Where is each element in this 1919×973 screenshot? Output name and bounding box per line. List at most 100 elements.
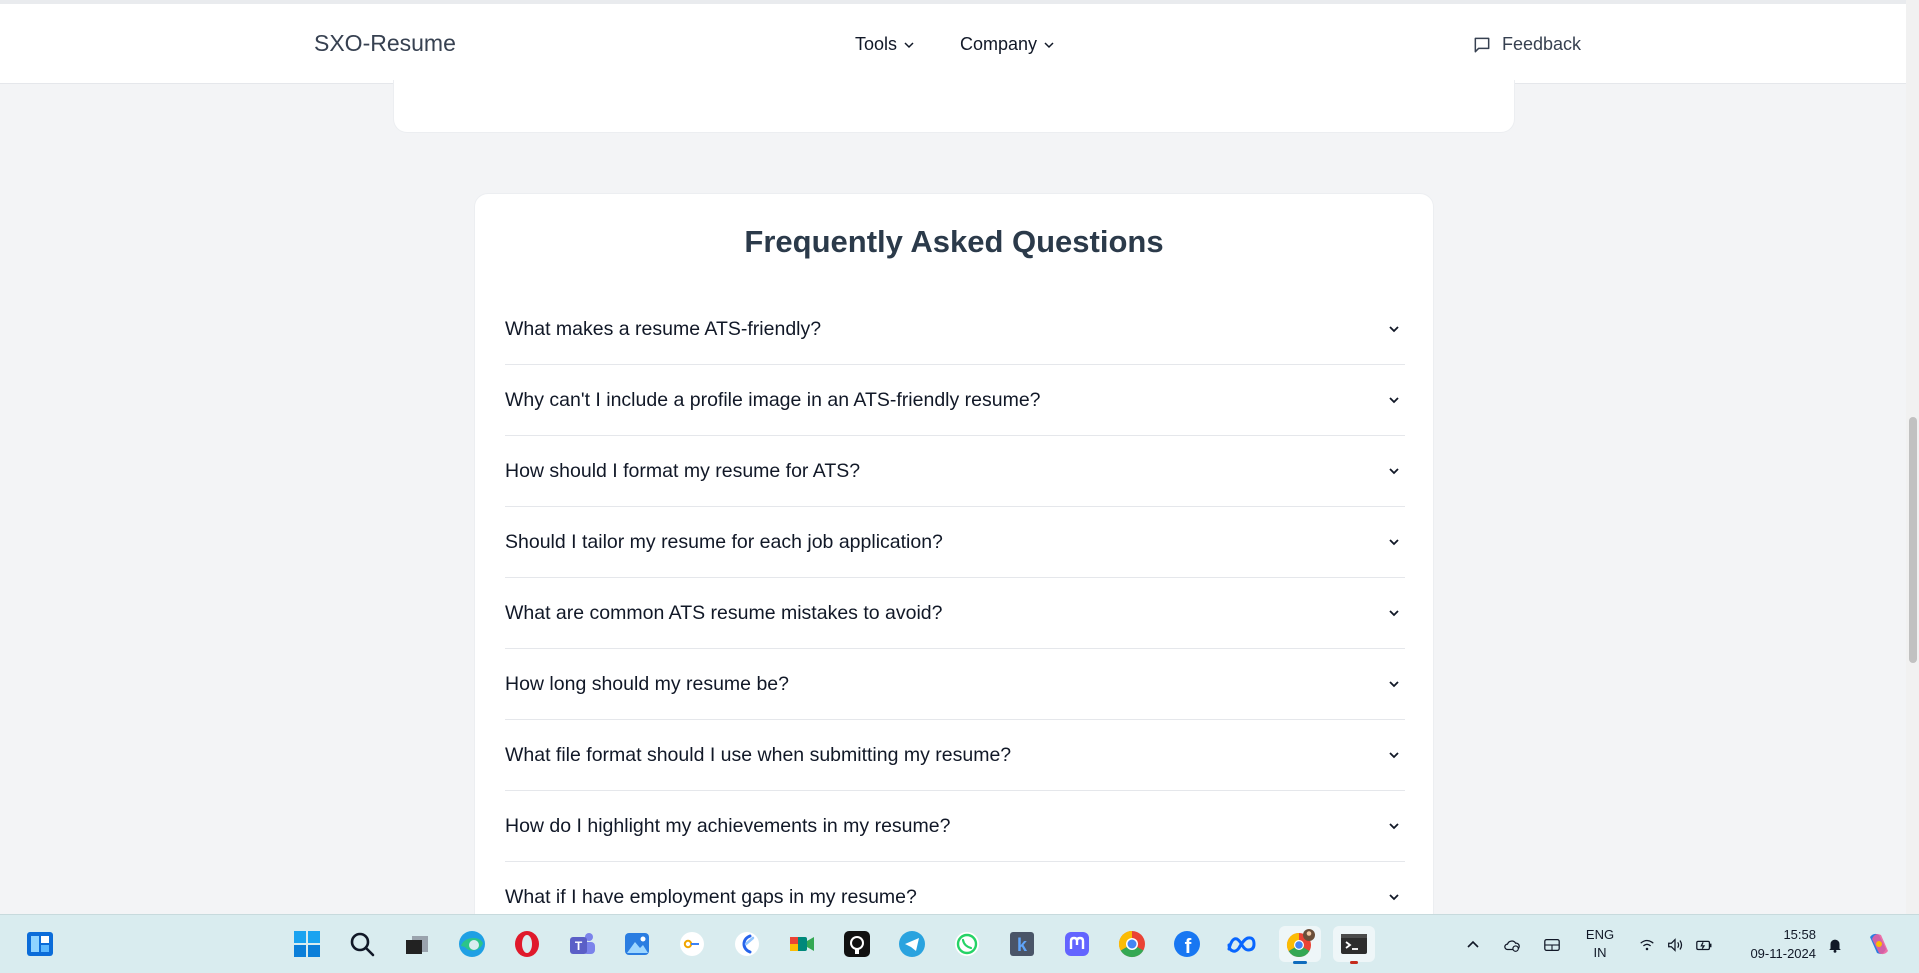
chrome-profile-button[interactable] bbox=[1279, 926, 1321, 964]
nav-tools-menu[interactable]: Tools bbox=[855, 34, 915, 55]
copilot-button[interactable] bbox=[1862, 927, 1896, 961]
faq-question: How should I format my resume for ATS? bbox=[505, 459, 861, 482]
nav-tools-label: Tools bbox=[855, 34, 898, 54]
windows-taskbar: T k f ENG IN 15:58 09-11-2024 bbox=[0, 914, 1919, 973]
meta-icon bbox=[1227, 936, 1256, 953]
bell-icon bbox=[1829, 939, 1841, 953]
cloud-sync-icon bbox=[1504, 940, 1520, 952]
page-scrollbar[interactable] bbox=[1906, 0, 1919, 914]
active-app-indicator bbox=[1293, 961, 1307, 964]
mastodon-button[interactable] bbox=[1059, 926, 1095, 962]
chevron-down-icon bbox=[1389, 539, 1399, 546]
edge-button[interactable] bbox=[454, 926, 490, 962]
search-icon bbox=[350, 932, 375, 957]
chrome-icon bbox=[1118, 930, 1145, 958]
password-manager-button[interactable] bbox=[674, 926, 710, 962]
volume-icon bbox=[1668, 938, 1683, 952]
faq-question: What file format should I use when submi… bbox=[505, 743, 1012, 766]
svg-text:T: T bbox=[575, 939, 583, 953]
google-meet-button[interactable] bbox=[784, 926, 820, 962]
terminal-icon bbox=[1341, 934, 1367, 954]
whatsapp-icon bbox=[955, 932, 979, 956]
task-view-button[interactable] bbox=[399, 926, 435, 962]
faq-section: Frequently Asked Questions What makes a … bbox=[474, 193, 1434, 933]
faq-title: Frequently Asked Questions bbox=[744, 224, 1164, 259]
windows-start-icon bbox=[294, 931, 320, 957]
edge-icon bbox=[459, 931, 485, 957]
chevron-down-icon bbox=[1389, 610, 1399, 617]
wifi-button[interactable] bbox=[1637, 935, 1657, 955]
faq-question: How do I highlight my achievements in my… bbox=[505, 814, 951, 837]
notifications-button[interactable] bbox=[1825, 935, 1845, 955]
chevron-up-icon bbox=[1467, 940, 1479, 948]
search-button[interactable] bbox=[344, 926, 380, 962]
show-hidden-icons-button[interactable] bbox=[1463, 935, 1483, 955]
faq-item[interactable]: Why can't I include a profile image in a… bbox=[505, 365, 1405, 436]
widgets-button[interactable] bbox=[22, 926, 58, 962]
photos-icon bbox=[625, 933, 649, 955]
chevron-down-icon bbox=[904, 41, 914, 48]
opera-icon bbox=[515, 931, 539, 957]
chrome-button[interactable] bbox=[1114, 926, 1150, 962]
nav-company-label: Company bbox=[960, 34, 1038, 54]
start-button[interactable] bbox=[289, 926, 325, 962]
wifi-icon bbox=[1640, 939, 1654, 951]
chevron-down-icon bbox=[1389, 894, 1399, 901]
brand-logo[interactable]: SXO-Resume bbox=[314, 30, 456, 57]
region-code: IN bbox=[1593, 945, 1607, 960]
feedback-label: Feedback bbox=[1502, 34, 1582, 54]
onedrive-tray-button[interactable] bbox=[1502, 935, 1522, 955]
top-navigation: SXO-Resume Tools Company Feedback bbox=[0, 0, 1906, 84]
nav-company-menu[interactable]: Company bbox=[960, 34, 1055, 55]
faq-item[interactable]: What are common ATS resume mistakes to a… bbox=[505, 578, 1405, 649]
chevron-down-icon bbox=[1389, 823, 1399, 830]
facebook-icon: f bbox=[1174, 931, 1200, 958]
meta-button[interactable] bbox=[1224, 926, 1260, 962]
svg-text:k: k bbox=[1017, 935, 1028, 955]
clock[interactable]: 15:58 09-11-2024 bbox=[1732, 925, 1816, 963]
chrome-profile-icon bbox=[1286, 929, 1315, 958]
input-language-indicator[interactable]: ENG IN bbox=[1580, 926, 1620, 962]
facebook-button[interactable]: f bbox=[1169, 926, 1205, 962]
faq-question: What makes a resume ATS-friendly? bbox=[505, 317, 822, 340]
faq-item[interactable]: How long should my resume be? bbox=[505, 649, 1405, 720]
faq-list: What makes a resume ATS-friendly? Why ca… bbox=[505, 294, 1405, 932]
chevron-down-icon bbox=[1389, 468, 1399, 475]
faq-item[interactable]: Should I tailor my resume for each job a… bbox=[505, 507, 1405, 578]
key-icon bbox=[680, 932, 704, 956]
keyboard-icon bbox=[1544, 938, 1560, 952]
k-letter-icon: k bbox=[1010, 932, 1034, 956]
video-camera-icon bbox=[790, 937, 814, 951]
teams-button[interactable]: T bbox=[564, 926, 600, 962]
faq-item[interactable]: How should I format my resume for ATS? bbox=[505, 436, 1405, 507]
scrollbar-thumb[interactable] bbox=[1909, 417, 1917, 663]
whatsapp-button[interactable] bbox=[949, 926, 985, 962]
k-app-button[interactable] bbox=[729, 926, 765, 962]
teams-icon: T bbox=[570, 933, 595, 954]
opera-button[interactable] bbox=[509, 926, 545, 962]
faq-item[interactable]: What file format should I use when submi… bbox=[505, 720, 1405, 791]
github-button[interactable] bbox=[839, 926, 875, 962]
running-app-indicator bbox=[1350, 961, 1358, 964]
message-square-icon bbox=[1474, 37, 1490, 52]
chevron-down-icon bbox=[1389, 681, 1399, 688]
telegram-button[interactable] bbox=[894, 926, 930, 962]
volume-button[interactable] bbox=[1665, 935, 1685, 955]
faq-item[interactable]: How do I highlight my achievements in my… bbox=[505, 791, 1405, 862]
chevron-down-icon bbox=[1389, 326, 1399, 333]
chevron-down-icon bbox=[1389, 397, 1399, 404]
touch-keyboard-button[interactable] bbox=[1542, 935, 1562, 955]
photos-button[interactable] bbox=[619, 926, 655, 962]
feedback-button[interactable]: Feedback bbox=[1472, 34, 1581, 55]
battery-button[interactable] bbox=[1694, 935, 1714, 955]
task-view-icon bbox=[406, 936, 428, 954]
language-code: ENG bbox=[1585, 927, 1615, 942]
k-app-icon bbox=[735, 932, 759, 956]
k-letter-app-button[interactable]: k bbox=[1004, 926, 1040, 962]
previous-section-card bbox=[393, 80, 1515, 133]
mastodon-icon bbox=[1065, 932, 1089, 956]
chevron-down-icon bbox=[1044, 41, 1054, 48]
chevron-down-icon bbox=[1389, 752, 1399, 759]
faq-item[interactable]: What makes a resume ATS-friendly? bbox=[505, 294, 1405, 365]
terminal-button[interactable] bbox=[1333, 926, 1375, 964]
